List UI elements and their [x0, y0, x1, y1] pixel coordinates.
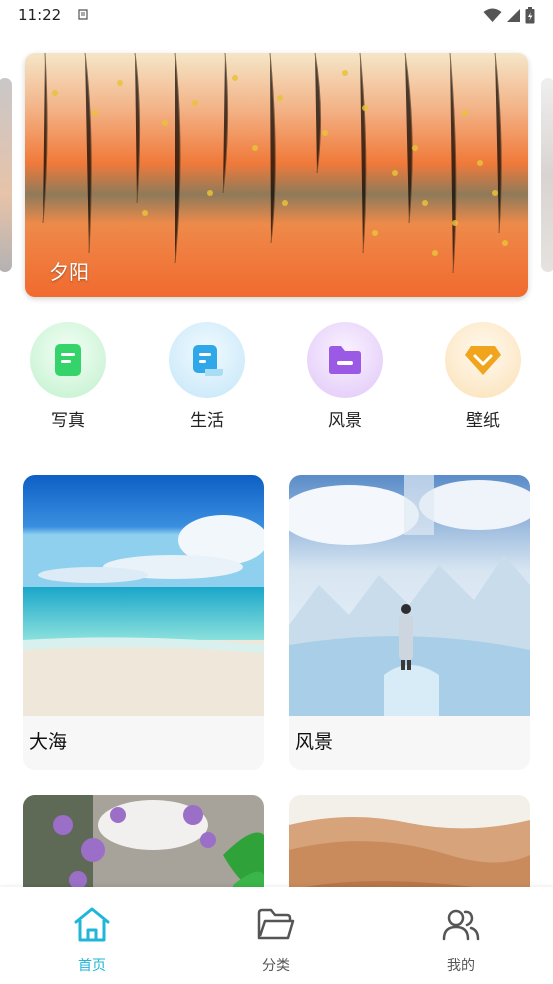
category-scenery[interactable]: 风景	[295, 322, 395, 431]
nav-label: 我的	[447, 958, 475, 974]
status-bar: 11:22	[0, 0, 553, 32]
status-icons	[483, 6, 535, 24]
category-label: 写真	[51, 411, 85, 431]
users-icon	[442, 909, 480, 941]
card-scenery[interactable]: 风景	[289, 475, 530, 770]
banner-title: 夕阳	[49, 260, 89, 284]
card-title: 大海	[29, 731, 68, 753]
category-label: 生活	[190, 411, 224, 431]
diamond-icon	[465, 346, 501, 375]
folder-icon	[329, 346, 361, 374]
nav-mine[interactable]: 我的	[411, 905, 511, 975]
category-life[interactable]: 生活	[157, 322, 257, 431]
scroll-icon	[193, 345, 223, 376]
carousel-prev-peek[interactable]	[0, 78, 12, 272]
document-icon	[55, 344, 81, 376]
category-portrait-badge	[30, 322, 106, 398]
nav-category[interactable]: 分类	[226, 905, 326, 975]
banner-slide[interactable]: 夕阳	[25, 53, 528, 297]
carousel-next-peek[interactable]	[541, 78, 553, 272]
card-image	[289, 475, 530, 716]
signal-icon	[507, 8, 520, 22]
card-sea[interactable]: 大海	[23, 475, 264, 770]
notification-icon	[78, 9, 88, 20]
nav-home[interactable]: 首页	[42, 905, 142, 975]
wifi-icon	[483, 8, 502, 22]
nav-label: 分类	[262, 958, 290, 974]
category-label: 风景	[328, 411, 362, 431]
category-portrait[interactable]: 写真	[18, 322, 118, 431]
folder-icon	[257, 908, 295, 940]
card-image	[23, 475, 264, 716]
category-label: 壁纸	[466, 411, 500, 431]
bottom-nav: 首页 分类 我的	[0, 887, 553, 984]
home-icon	[74, 907, 110, 942]
status-time: 11:22	[18, 6, 62, 24]
category-scenery-badge	[307, 322, 383, 398]
battery-icon	[525, 6, 535, 23]
category-wallpaper[interactable]: 壁纸	[433, 322, 533, 431]
banner-image	[25, 53, 528, 297]
nav-label: 首页	[78, 958, 106, 974]
category-row: 写真 生活 风景 壁纸	[0, 322, 553, 432]
category-life-badge	[169, 322, 245, 398]
card-title: 风景	[295, 731, 334, 753]
category-wallpaper-badge	[445, 322, 521, 398]
